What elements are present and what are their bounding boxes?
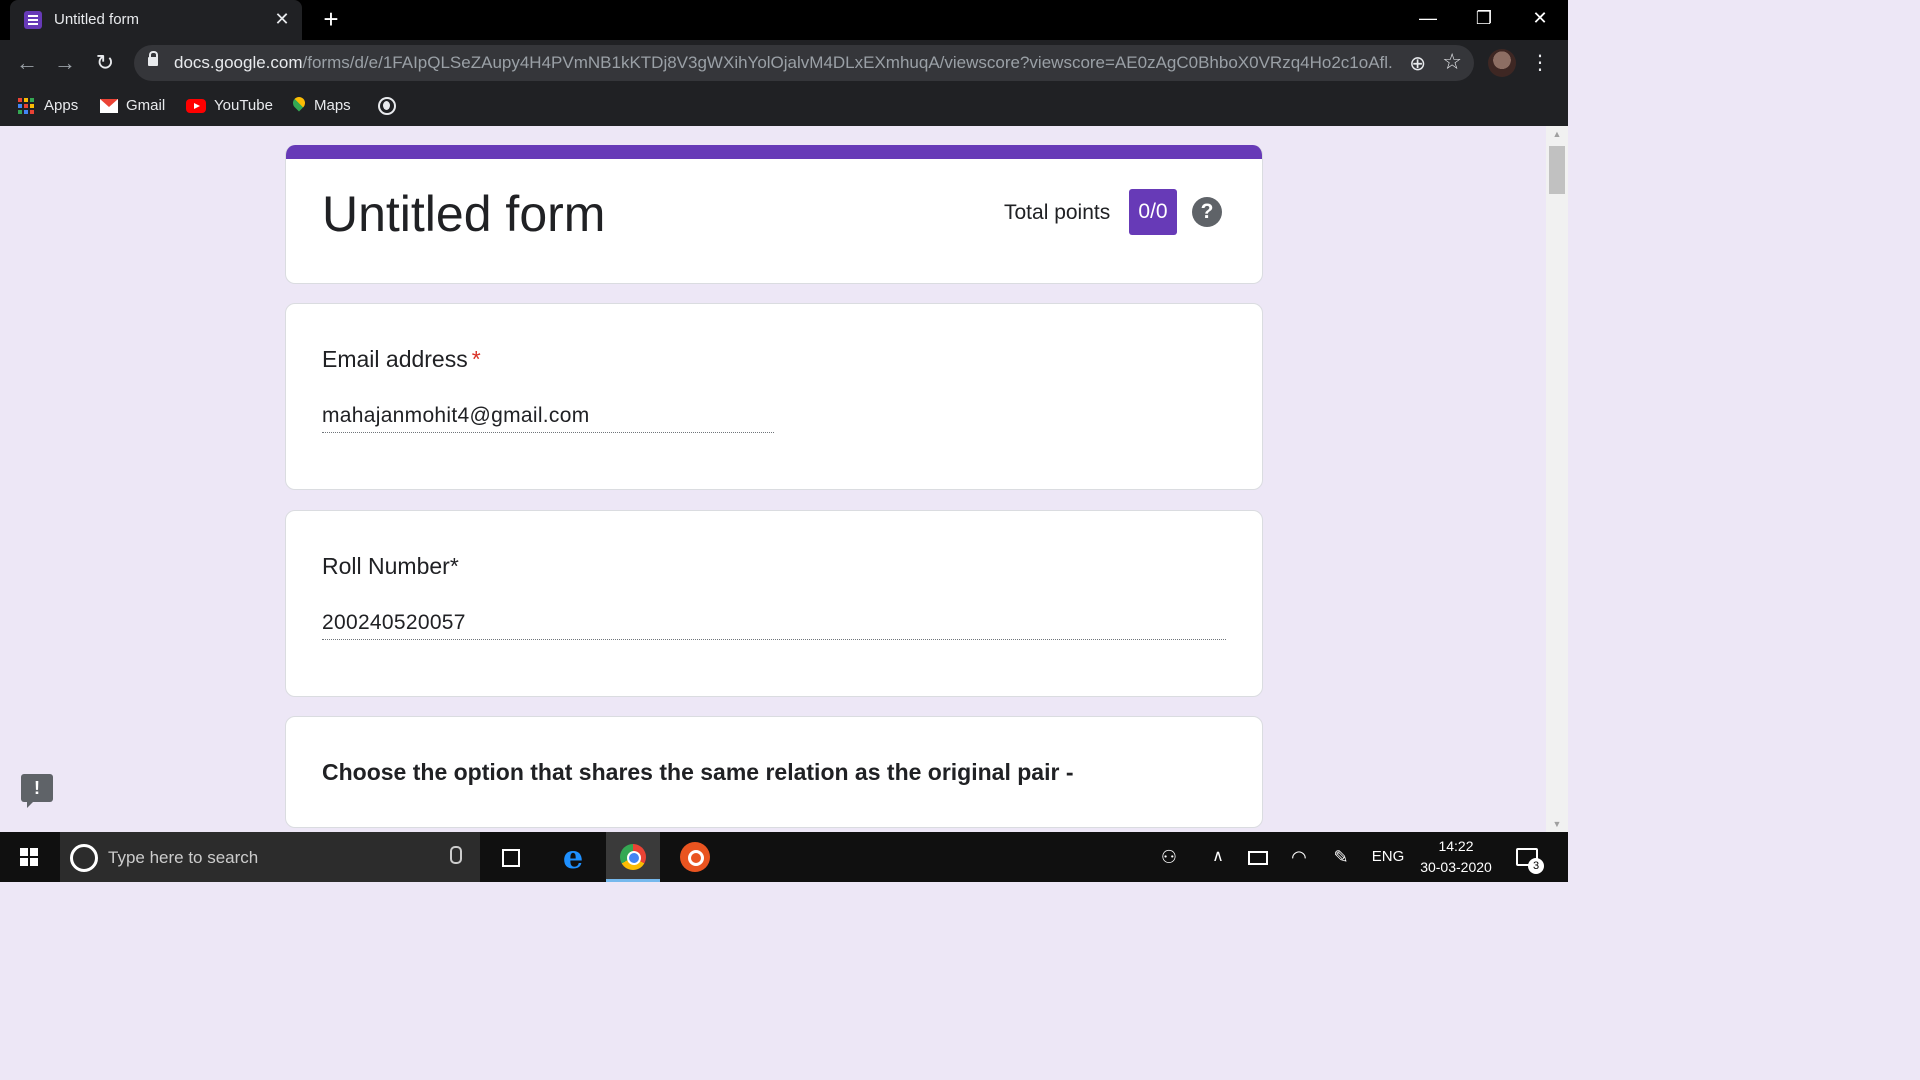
apps-grid-icon — [18, 98, 34, 115]
address-bar[interactable]: docs.google.com/forms/d/e/1FAIpQLSeZAupy… — [134, 45, 1474, 81]
email-question-text: Email address — [322, 346, 468, 372]
scroll-thumb[interactable] — [1549, 146, 1565, 194]
tab-title: Untitled form — [54, 11, 140, 28]
scroll-up-arrow-icon[interactable]: ▲ — [1546, 126, 1568, 142]
wifi-icon[interactable]: ◠ — [1284, 832, 1314, 882]
bookmark-maps[interactable]: Maps — [292, 94, 351, 118]
bookmark-gmail[interactable]: Gmail — [100, 94, 165, 118]
url-host: docs.google.com — [174, 53, 303, 72]
url-text[interactable]: docs.google.com/forms/d/e/1FAIpQLSeZAupy… — [174, 53, 1394, 73]
close-tab-icon[interactable]: ✕ — [272, 9, 292, 29]
browser-title-bar: Untitled form ✕ + — ❐ ✕ — [0, 0, 1568, 40]
maps-icon — [292, 97, 306, 115]
microphone-icon[interactable] — [450, 846, 462, 864]
chrome-taskbar-icon[interactable] — [606, 832, 660, 882]
question-label: Email address * — [322, 346, 481, 373]
browser-toolbar: ← → ↻ docs.google.com/forms/d/e/1FAIpQLS… — [0, 40, 1568, 86]
clock-date: 30-03-2020 — [1420, 859, 1492, 875]
forms-favicon-icon — [24, 11, 42, 29]
language-indicator[interactable]: ENG — [1368, 832, 1408, 882]
question-label: Roll Number* — [322, 553, 459, 579]
score-badge: 0/0 — [1129, 189, 1177, 235]
notifications-icon[interactable]: 3 — [1508, 842, 1548, 876]
battery-icon[interactable] — [1244, 832, 1272, 882]
bookmark-star-icon[interactable]: ☆ — [1442, 49, 1462, 75]
profile-avatar[interactable] — [1488, 49, 1516, 77]
restore-button[interactable]: ❐ — [1456, 0, 1512, 40]
feedback-icon[interactable]: ! — [21, 774, 53, 808]
total-points-label: Total points — [1004, 201, 1111, 224]
close-window-button[interactable]: ✕ — [1512, 0, 1568, 40]
form-title: Untitled form — [322, 186, 606, 242]
form-header-card: Untitled form Total points 0/0 ? — [285, 145, 1263, 284]
windows-taskbar: Type here to search e ⚇ ∧ ◠ ✎ ENG 14:22 … — [0, 832, 1568, 882]
taskbar-search[interactable]: Type here to search — [60, 832, 480, 882]
kebab-menu-icon[interactable]: ⋮ — [1530, 48, 1550, 78]
minimize-button[interactable]: — — [1400, 0, 1456, 40]
people-icon[interactable]: ⚇ — [1152, 832, 1186, 882]
browser-tab[interactable]: Untitled form ✕ — [10, 0, 302, 40]
youtube-icon — [186, 99, 206, 114]
clock[interactable]: 14:22 30-03-2020 — [1414, 836, 1498, 878]
help-icon[interactable]: ? — [1192, 197, 1222, 227]
pen-icon[interactable]: ✎ — [1326, 832, 1356, 882]
page-scrollbar[interactable]: ▲ ▼ — [1546, 126, 1568, 832]
cortana-icon — [70, 844, 98, 872]
new-tab-button[interactable]: + — [318, 6, 344, 32]
bookmark-apps[interactable]: Apps — [18, 94, 78, 118]
bookmark-globe[interactable] — [378, 94, 404, 118]
notification-count: 3 — [1528, 858, 1544, 874]
bookmarks-bar: Apps Gmail YouTube Maps — [0, 86, 1568, 126]
bookmark-label: Apps — [44, 97, 79, 114]
bookmark-label: YouTube — [214, 97, 273, 114]
form-page: Untitled form Total points 0/0 ? Email a… — [0, 126, 1546, 832]
question-card-email: Email address * mahajanmohit4@gmail.com — [285, 303, 1263, 490]
email-answer: mahajanmohit4@gmail.com — [322, 404, 774, 433]
question-title: Choose the option that shares the same r… — [322, 759, 1074, 785]
bookmark-label: Maps — [314, 97, 351, 114]
lock-icon[interactable] — [148, 51, 158, 66]
zoom-icon[interactable]: ⊕ — [1409, 51, 1426, 76]
ubuntu-icon[interactable] — [668, 832, 722, 882]
url-path: /forms/d/e/1FAIpQLSeZAupy4H4PVmNB1kKTDj8… — [302, 53, 1394, 72]
forward-arrow-icon[interactable]: → — [50, 48, 80, 78]
search-placeholder: Type here to search — [108, 848, 259, 867]
required-asterisk: * — [471, 346, 481, 372]
roll-number-answer: 200240520057 — [322, 611, 1226, 640]
back-arrow-icon[interactable]: ← — [12, 48, 42, 78]
start-button[interactable] — [0, 832, 58, 882]
chevron-up-icon[interactable]: ∧ — [1204, 832, 1232, 882]
clock-time: 14:22 — [1438, 838, 1474, 854]
task-view-icon[interactable] — [484, 832, 538, 882]
question-card-relation: Choose the option that shares the same r… — [285, 716, 1263, 828]
bookmark-label: Gmail — [126, 97, 166, 114]
gmail-icon — [100, 99, 118, 114]
question-card-roll-number: Roll Number* 200240520057 — [285, 510, 1263, 697]
edge-icon[interactable]: e — [546, 832, 600, 882]
windows-logo-icon — [20, 848, 38, 866]
scroll-down-arrow-icon[interactable]: ▼ — [1546, 816, 1568, 832]
globe-icon — [378, 97, 396, 116]
bookmark-youtube[interactable]: YouTube — [186, 94, 273, 118]
reload-icon[interactable]: ↻ — [90, 48, 120, 78]
